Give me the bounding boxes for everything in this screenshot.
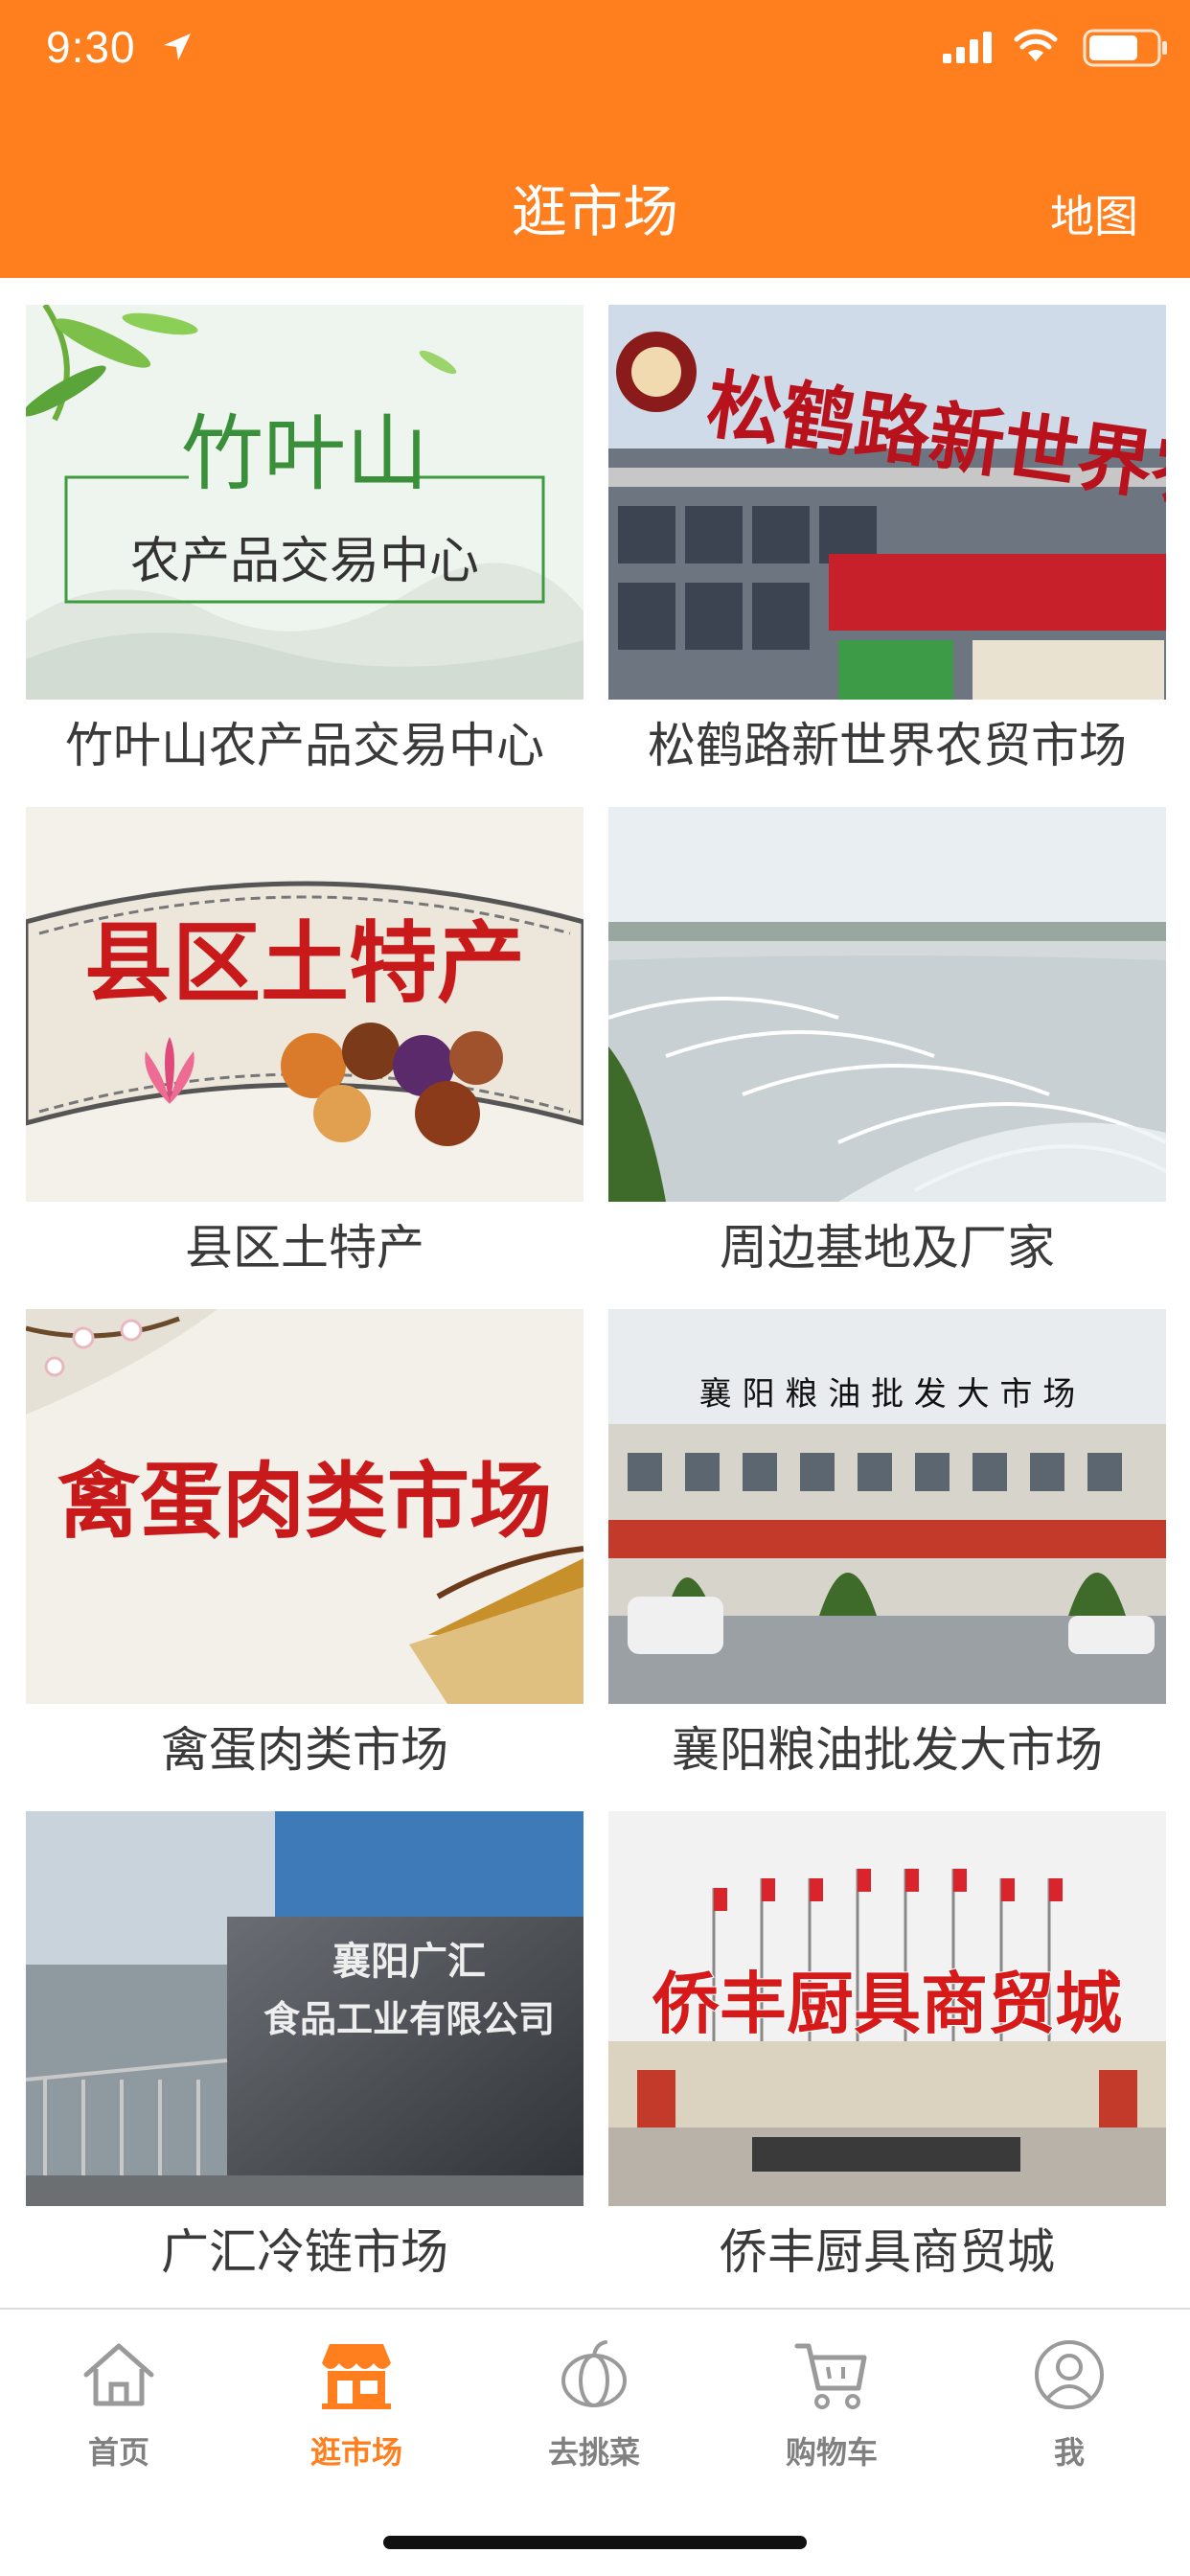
- market-card[interactable]: 竹叶山 农产品交易中心 竹叶山农产品交易中心: [26, 278, 584, 773]
- market-card[interactable]: 侨丰厨具商贸城 侨丰厨具商贸城: [608, 1784, 1166, 2280]
- market-card[interactable]: 松鹤路新世界农贸市场 松鹤路新世界农贸市场: [608, 278, 1166, 773]
- tab-market[interactable]: 逛市场: [238, 2334, 475, 2488]
- wifi-icon: [1014, 29, 1058, 61]
- nav-bar: 逛市场 地图: [0, 92, 1190, 278]
- market-name: 竹叶山农产品交易中心: [65, 718, 544, 773]
- home-indicator[interactable]: [383, 2536, 807, 2549]
- market-image: 侨丰厨具商贸城: [608, 1811, 1166, 2206]
- market-name: 广汇冷链市场: [161, 2224, 448, 2280]
- market-image: 禽蛋肉类市场: [26, 1309, 584, 1704]
- tab-label: 逛市场: [309, 2434, 402, 2471]
- market-image: 襄阳广汇 食品工业有限公司: [26, 1811, 584, 2206]
- tab-me[interactable]: 我: [950, 2334, 1188, 2488]
- tab-label: 去挑菜: [547, 2434, 640, 2471]
- market-name: 松鹤路新世界农贸市场: [648, 718, 1127, 773]
- location-arrow-icon: [164, 34, 191, 60]
- market-image: 松鹤路新世界农贸市场: [608, 305, 1166, 700]
- tab-label: 我: [1053, 2434, 1085, 2471]
- tab-pick-vegetables[interactable]: 去挑菜: [475, 2334, 713, 2488]
- market-stall-icon: [322, 2344, 391, 2409]
- market-image: 竹叶山 农产品交易中心: [26, 305, 584, 700]
- sign-text: 侨丰厨具商贸城: [652, 1964, 1122, 2043]
- home-icon: [83, 2343, 154, 2406]
- battery-icon: [1083, 29, 1167, 67]
- market-name: 襄阳粮油批发大市场: [672, 1722, 1103, 1778]
- sign-sub: 食品工业有限公司: [263, 1998, 555, 2040]
- cart-icon: [794, 2343, 867, 2409]
- market-image: [608, 807, 1166, 1202]
- sign-text: 襄 阳 粮 油 批 发 大 市 场: [699, 1375, 1075, 1414]
- market-image: 县区土特产: [26, 807, 584, 1202]
- market-image: 襄 阳 粮 油 批 发 大 市 场: [608, 1309, 1166, 1704]
- tab-cart[interactable]: 购物车: [713, 2334, 950, 2488]
- sign-text: 竹叶山: [181, 406, 428, 502]
- signal-icon: [943, 32, 992, 63]
- market-card[interactable]: 襄 阳 粮 油 批 发 大 市 场 襄阳粮油批发大市场: [608, 1282, 1166, 1778]
- market-card[interactable]: 襄阳广汇 食品工业有限公司 广汇冷链市场: [26, 1784, 584, 2280]
- sign-text: 禽蛋肉类市场: [57, 1453, 552, 1550]
- status-time: 9:30: [46, 22, 136, 72]
- market-grid: 竹叶山 农产品交易中心 竹叶山农产品交易中心 松鹤路新世界农贸市场 松鹤路新世界…: [0, 278, 1190, 2308]
- map-button[interactable]: 地图: [1050, 182, 1138, 245]
- tab-home[interactable]: 首页: [0, 2334, 238, 2488]
- tab-label: 首页: [87, 2434, 149, 2471]
- pumpkin-icon: [561, 2340, 627, 2407]
- market-name: 禽蛋肉类市场: [161, 1722, 448, 1778]
- sign-text: 县区土特产: [84, 911, 525, 1015]
- market-card[interactable]: 周边基地及厂家: [608, 780, 1166, 1276]
- market-card[interactable]: 禽蛋肉类市场 禽蛋肉类市场: [26, 1282, 584, 1778]
- market-name: 侨丰厨具商贸城: [720, 2224, 1055, 2280]
- sign-text: 襄阳广汇: [332, 1940, 486, 1984]
- page-title: 逛市场: [511, 179, 678, 244]
- status-bar: 9:30: [0, 0, 1190, 92]
- tab-label: 购物车: [785, 2434, 878, 2471]
- sign-sub: 农产品交易中心: [130, 533, 479, 590]
- market-name: 县区土特产: [185, 1220, 424, 1276]
- market-name: 周边基地及厂家: [720, 1220, 1055, 1276]
- market-card[interactable]: 县区土特产 县区土特产: [26, 780, 584, 1276]
- user-icon: [1035, 2340, 1104, 2409]
